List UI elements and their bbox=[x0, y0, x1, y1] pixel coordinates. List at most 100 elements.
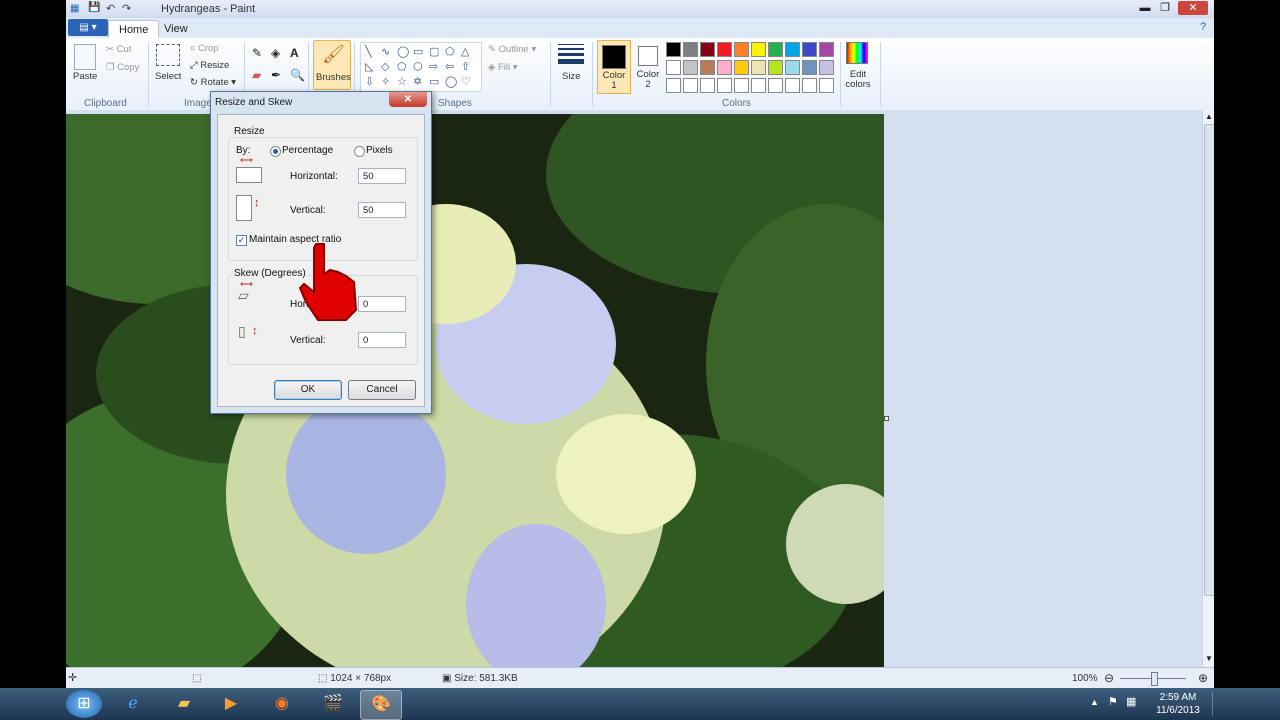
zoom-slider-thumb[interactable] bbox=[1151, 672, 1158, 686]
undo-icon[interactable]: ↶ bbox=[106, 2, 115, 15]
palette-swatch[interactable] bbox=[819, 42, 834, 57]
size-lines-icon[interactable] bbox=[558, 44, 584, 64]
dialog-close-button[interactable]: ✕ bbox=[389, 92, 427, 107]
palette-swatch[interactable] bbox=[683, 42, 698, 57]
magnifier-icon[interactable]: 🔍 bbox=[290, 68, 305, 82]
palette-swatch[interactable] bbox=[785, 42, 800, 57]
paste-button[interactable]: Paste bbox=[73, 71, 97, 82]
taskbar-video-app[interactable]: 🎬 bbox=[313, 690, 353, 718]
palette-swatch[interactable] bbox=[819, 60, 834, 75]
close-window-button[interactable]: ✕ bbox=[1178, 1, 1208, 15]
color-picker-icon[interactable]: ✒ bbox=[271, 68, 281, 82]
select-button[interactable]: Select bbox=[155, 71, 181, 82]
zoom-in-button[interactable]: ⊕ bbox=[1198, 671, 1208, 685]
arrow-right-shape-icon[interactable]: ⇨ bbox=[429, 60, 438, 73]
percentage-label[interactable]: Percentage bbox=[282, 145, 333, 156]
ok-button[interactable]: OK bbox=[274, 380, 342, 400]
help-icon[interactable]: ? bbox=[1200, 21, 1206, 33]
palette-swatch[interactable] bbox=[734, 60, 749, 75]
callout-oval-shape-icon[interactable]: ◯ bbox=[445, 75, 457, 88]
palette-swatch[interactable] bbox=[666, 60, 681, 75]
polygon-shape-icon[interactable]: ⬠ bbox=[445, 45, 455, 58]
quick-save-icon[interactable]: 💾 bbox=[88, 2, 100, 13]
palette-swatch[interactable] bbox=[802, 78, 817, 93]
edit-colors-button[interactable]: Edit colors bbox=[842, 70, 874, 90]
redo-icon[interactable]: ↷ bbox=[122, 2, 131, 15]
action-center-flag-icon[interactable]: ⚑ bbox=[1108, 695, 1118, 708]
pixels-label[interactable]: Pixels bbox=[366, 145, 393, 156]
eraser-icon[interactable]: ▰ bbox=[252, 68, 261, 82]
palette-swatch[interactable] bbox=[700, 78, 715, 93]
scroll-thumb[interactable] bbox=[1204, 124, 1214, 596]
palette-swatch[interactable] bbox=[683, 60, 698, 75]
pencil-icon[interactable]: ✎ bbox=[252, 46, 262, 60]
arrow-down-shape-icon[interactable]: ⇩ bbox=[365, 75, 374, 88]
network-icon[interactable]: ▦ bbox=[1126, 695, 1136, 708]
palette-swatch[interactable] bbox=[717, 42, 732, 57]
palette-swatch[interactable] bbox=[666, 42, 681, 57]
palette-swatch[interactable] bbox=[819, 78, 834, 93]
star6-shape-icon[interactable]: ✡ bbox=[413, 75, 422, 88]
resize-button[interactable]: ⤢ Resize bbox=[190, 60, 229, 71]
select-icon[interactable] bbox=[156, 44, 180, 66]
oval-shape-icon[interactable]: ◯ bbox=[397, 45, 409, 58]
cancel-button[interactable]: Cancel bbox=[348, 380, 416, 400]
rounded-rect-shape-icon[interactable]: ▢ bbox=[429, 45, 439, 58]
size-button[interactable]: Size bbox=[562, 71, 580, 82]
taskbar-paint[interactable]: 🎨 bbox=[360, 690, 402, 720]
heart-shape-icon[interactable]: ♡ bbox=[461, 75, 471, 88]
palette-swatch[interactable] bbox=[700, 42, 715, 57]
copy-button[interactable]: ❐ Copy bbox=[106, 62, 139, 73]
shapes-gallery[interactable]: ╲ ∿ ◯ ▭ ▢ ⬠ △ ◺ ◇ ⬠ ⬡ ⇨ ⇦ ⇧ ⇩ ✧ ☆ ✡ ▭ ◯ … bbox=[360, 42, 482, 92]
crop-button[interactable]: ⌗ Crop bbox=[190, 43, 219, 54]
percentage-radio[interactable] bbox=[270, 146, 281, 157]
vertical-input[interactable]: 50 bbox=[358, 202, 406, 218]
palette-swatch[interactable] bbox=[717, 78, 732, 93]
arrow-left-shape-icon[interactable]: ⇦ bbox=[445, 60, 454, 73]
taskbar-ie[interactable]: ℯ bbox=[113, 690, 153, 718]
pixels-radio[interactable] bbox=[354, 146, 365, 157]
horizontal-input[interactable]: 50 bbox=[358, 168, 406, 184]
arrow-up-shape-icon[interactable]: ⇧ bbox=[461, 60, 470, 73]
palette-swatch[interactable] bbox=[700, 60, 715, 75]
skew-horizontal-input[interactable]: 0 bbox=[358, 296, 406, 312]
right-triangle-shape-icon[interactable]: ◺ bbox=[365, 60, 373, 73]
paste-icon[interactable] bbox=[74, 44, 96, 70]
vertical-scrollbar[interactable]: ▲ ▼ bbox=[1202, 110, 1214, 667]
star5-shape-icon[interactable]: ☆ bbox=[397, 75, 407, 88]
title-bar[interactable]: ▦ 💾 ↶ ↷ Hydrangeas - Paint ▬ ❐ ✕ bbox=[66, 0, 1214, 19]
palette-swatch[interactable] bbox=[802, 60, 817, 75]
start-button[interactable]: ⊞ bbox=[66, 690, 102, 718]
triangle-shape-icon[interactable]: △ bbox=[461, 45, 469, 58]
taskbar-clock[interactable]: 2:59 AM 11/6/2013 bbox=[1148, 691, 1208, 717]
palette-swatch[interactable] bbox=[768, 42, 783, 57]
palette-swatch[interactable] bbox=[734, 42, 749, 57]
fill-dropdown[interactable]: ◈ Fill ▾ bbox=[488, 62, 518, 73]
diamond-shape-icon[interactable]: ◇ bbox=[381, 60, 389, 73]
tab-view[interactable]: View bbox=[154, 20, 198, 38]
star4-shape-icon[interactable]: ✧ bbox=[381, 75, 390, 88]
palette-swatch[interactable] bbox=[751, 78, 766, 93]
zoom-out-button[interactable]: ⊖ bbox=[1104, 671, 1114, 685]
rotate-button[interactable]: ↻ Rotate ▾ bbox=[190, 77, 236, 88]
file-menu-button[interactable]: ▤ ▾ bbox=[68, 19, 108, 36]
curve-shape-icon[interactable]: ∿ bbox=[381, 45, 390, 58]
color1-button[interactable]: Color 1 bbox=[597, 40, 631, 94]
cut-button[interactable]: ✂ Cut bbox=[106, 44, 131, 55]
palette-swatch[interactable] bbox=[768, 78, 783, 93]
palette-swatch[interactable] bbox=[785, 78, 800, 93]
skew-vertical-input[interactable]: 0 bbox=[358, 332, 406, 348]
brushes-button[interactable]: 🖌 Brushes bbox=[313, 40, 351, 90]
maintain-aspect-checkbox[interactable]: ✓ bbox=[236, 235, 247, 246]
palette-swatch[interactable] bbox=[683, 78, 698, 93]
outline-dropdown[interactable]: ✎ Outline ▾ bbox=[488, 44, 536, 55]
palette-swatch[interactable] bbox=[785, 60, 800, 75]
palette-swatch[interactable] bbox=[666, 78, 681, 93]
palette-swatch[interactable] bbox=[802, 42, 817, 57]
minimize-button[interactable]: ▬ bbox=[1136, 1, 1154, 15]
line-shape-icon[interactable]: ╲ bbox=[365, 45, 372, 58]
hydrangea-photo[interactable] bbox=[66, 114, 884, 667]
text-tool-icon[interactable]: A bbox=[290, 46, 299, 60]
taskbar-explorer[interactable]: ▰ bbox=[164, 690, 204, 718]
taskbar-firefox[interactable]: ◉ bbox=[262, 690, 302, 718]
